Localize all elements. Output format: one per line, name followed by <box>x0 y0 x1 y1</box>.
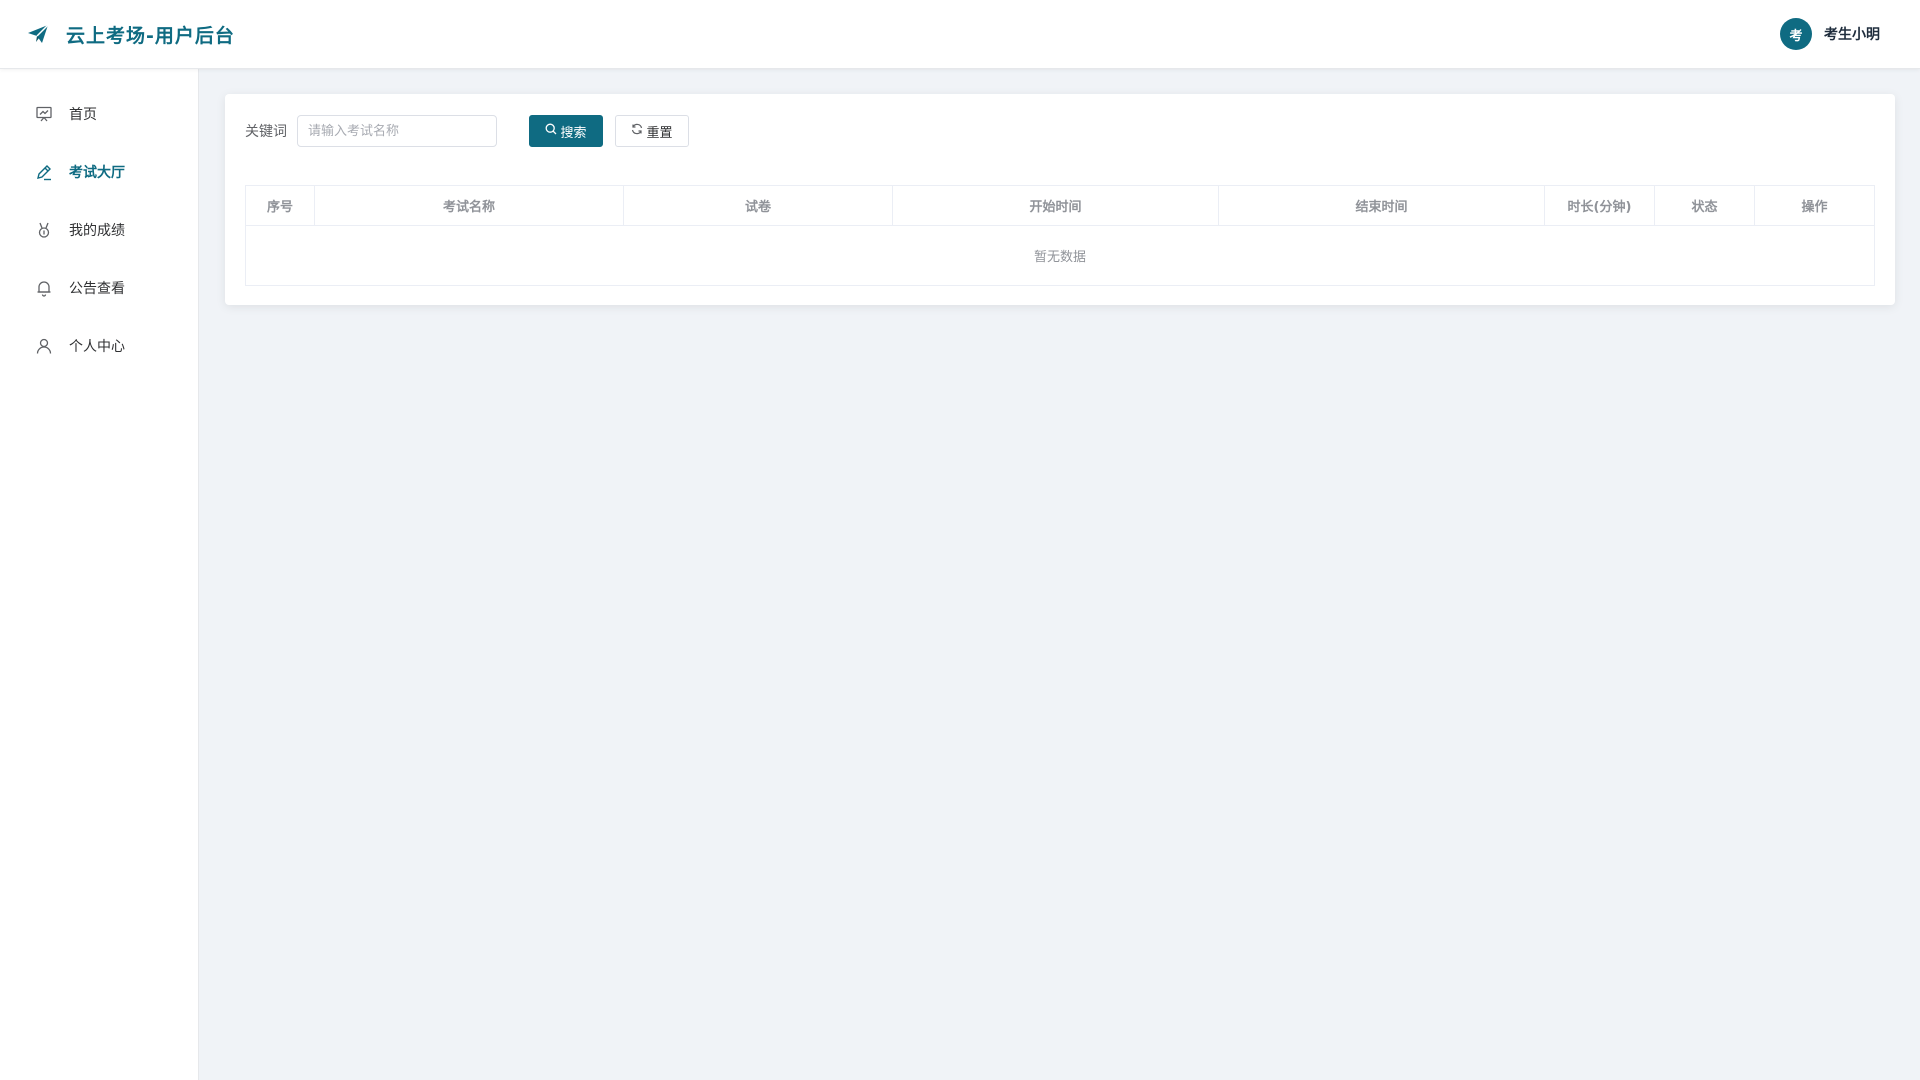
column-header-actions[interactable]: 操作 <box>1755 186 1874 225</box>
brand[interactable]: 云上考场-用户后台 <box>26 21 235 48</box>
column-header-start-time[interactable]: 开始时间 <box>893 186 1219 225</box>
table-empty-state: 暂无数据 <box>1033 250 1086 265</box>
user-icon <box>35 337 53 355</box>
sidebar-item-label: 个人中心 <box>69 339 125 355</box>
sidebar: 首页 考试大厅 我的成绩 公告查看 个人中心 <box>0 69 199 1080</box>
keyword-search-input[interactable] <box>297 115 497 147</box>
medal-icon <box>35 221 53 239</box>
avatar[interactable]: 考 <box>1780 18 1812 50</box>
sidebar-item-label: 我的成绩 <box>69 223 125 239</box>
sidebar-item-label: 公告查看 <box>69 281 125 297</box>
exam-table: 序号 考试名称 试卷 开始时间 结束时间 时长(分钟) 状态 操作 暂无数据 <box>245 185 1875 286</box>
sidebar-item-home[interactable]: 首页 <box>0 85 198 143</box>
presentation-board-icon <box>35 105 53 123</box>
exam-list-card: 关键词 搜索 重置 序号 <box>225 94 1895 305</box>
sidebar-item-label: 考试大厅 <box>69 165 125 181</box>
reset-button[interactable]: 重置 <box>615 115 689 147</box>
column-header-duration[interactable]: 时长(分钟) <box>1545 186 1655 225</box>
table-header: 序号 考试名称 试卷 开始时间 结束时间 时长(分钟) 状态 操作 <box>246 186 1874 226</box>
sidebar-item-announcements[interactable]: 公告查看 <box>0 259 198 317</box>
search-button[interactable]: 搜索 <box>529 115 603 147</box>
bell-icon <box>35 279 53 297</box>
sidebar-item-my-scores[interactable]: 我的成绩 <box>0 201 198 259</box>
search-button-label: 搜索 <box>560 125 587 141</box>
sidebar-item-exam-hall[interactable]: 考试大厅 <box>0 143 198 201</box>
column-header-paper[interactable]: 试卷 <box>624 186 893 225</box>
column-header-status[interactable]: 状态 <box>1655 186 1755 225</box>
column-header-exam-name[interactable]: 考试名称 <box>315 186 624 225</box>
user-menu[interactable]: 考 考生小明 <box>1780 18 1880 50</box>
reset-button-label: 重置 <box>646 125 673 141</box>
sidebar-item-label: 首页 <box>69 107 97 123</box>
edit-pen-icon <box>35 163 53 181</box>
column-header-end-time[interactable]: 结束时间 <box>1219 186 1545 225</box>
refresh-icon <box>631 123 643 139</box>
app-title: 云上考场-用户后台 <box>66 24 235 47</box>
keyword-label: 关键词 <box>245 124 287 140</box>
column-header-index[interactable]: 序号 <box>246 186 315 225</box>
search-form: 关键词 搜索 重置 <box>245 115 689 147</box>
username[interactable]: 考生小明 <box>1824 24 1880 44</box>
sidebar-item-profile[interactable]: 个人中心 <box>0 317 198 375</box>
top-header: 云上考场-用户后台 考 考生小明 <box>0 0 1920 69</box>
search-icon <box>545 123 557 139</box>
paper-plane-icon <box>26 22 50 46</box>
